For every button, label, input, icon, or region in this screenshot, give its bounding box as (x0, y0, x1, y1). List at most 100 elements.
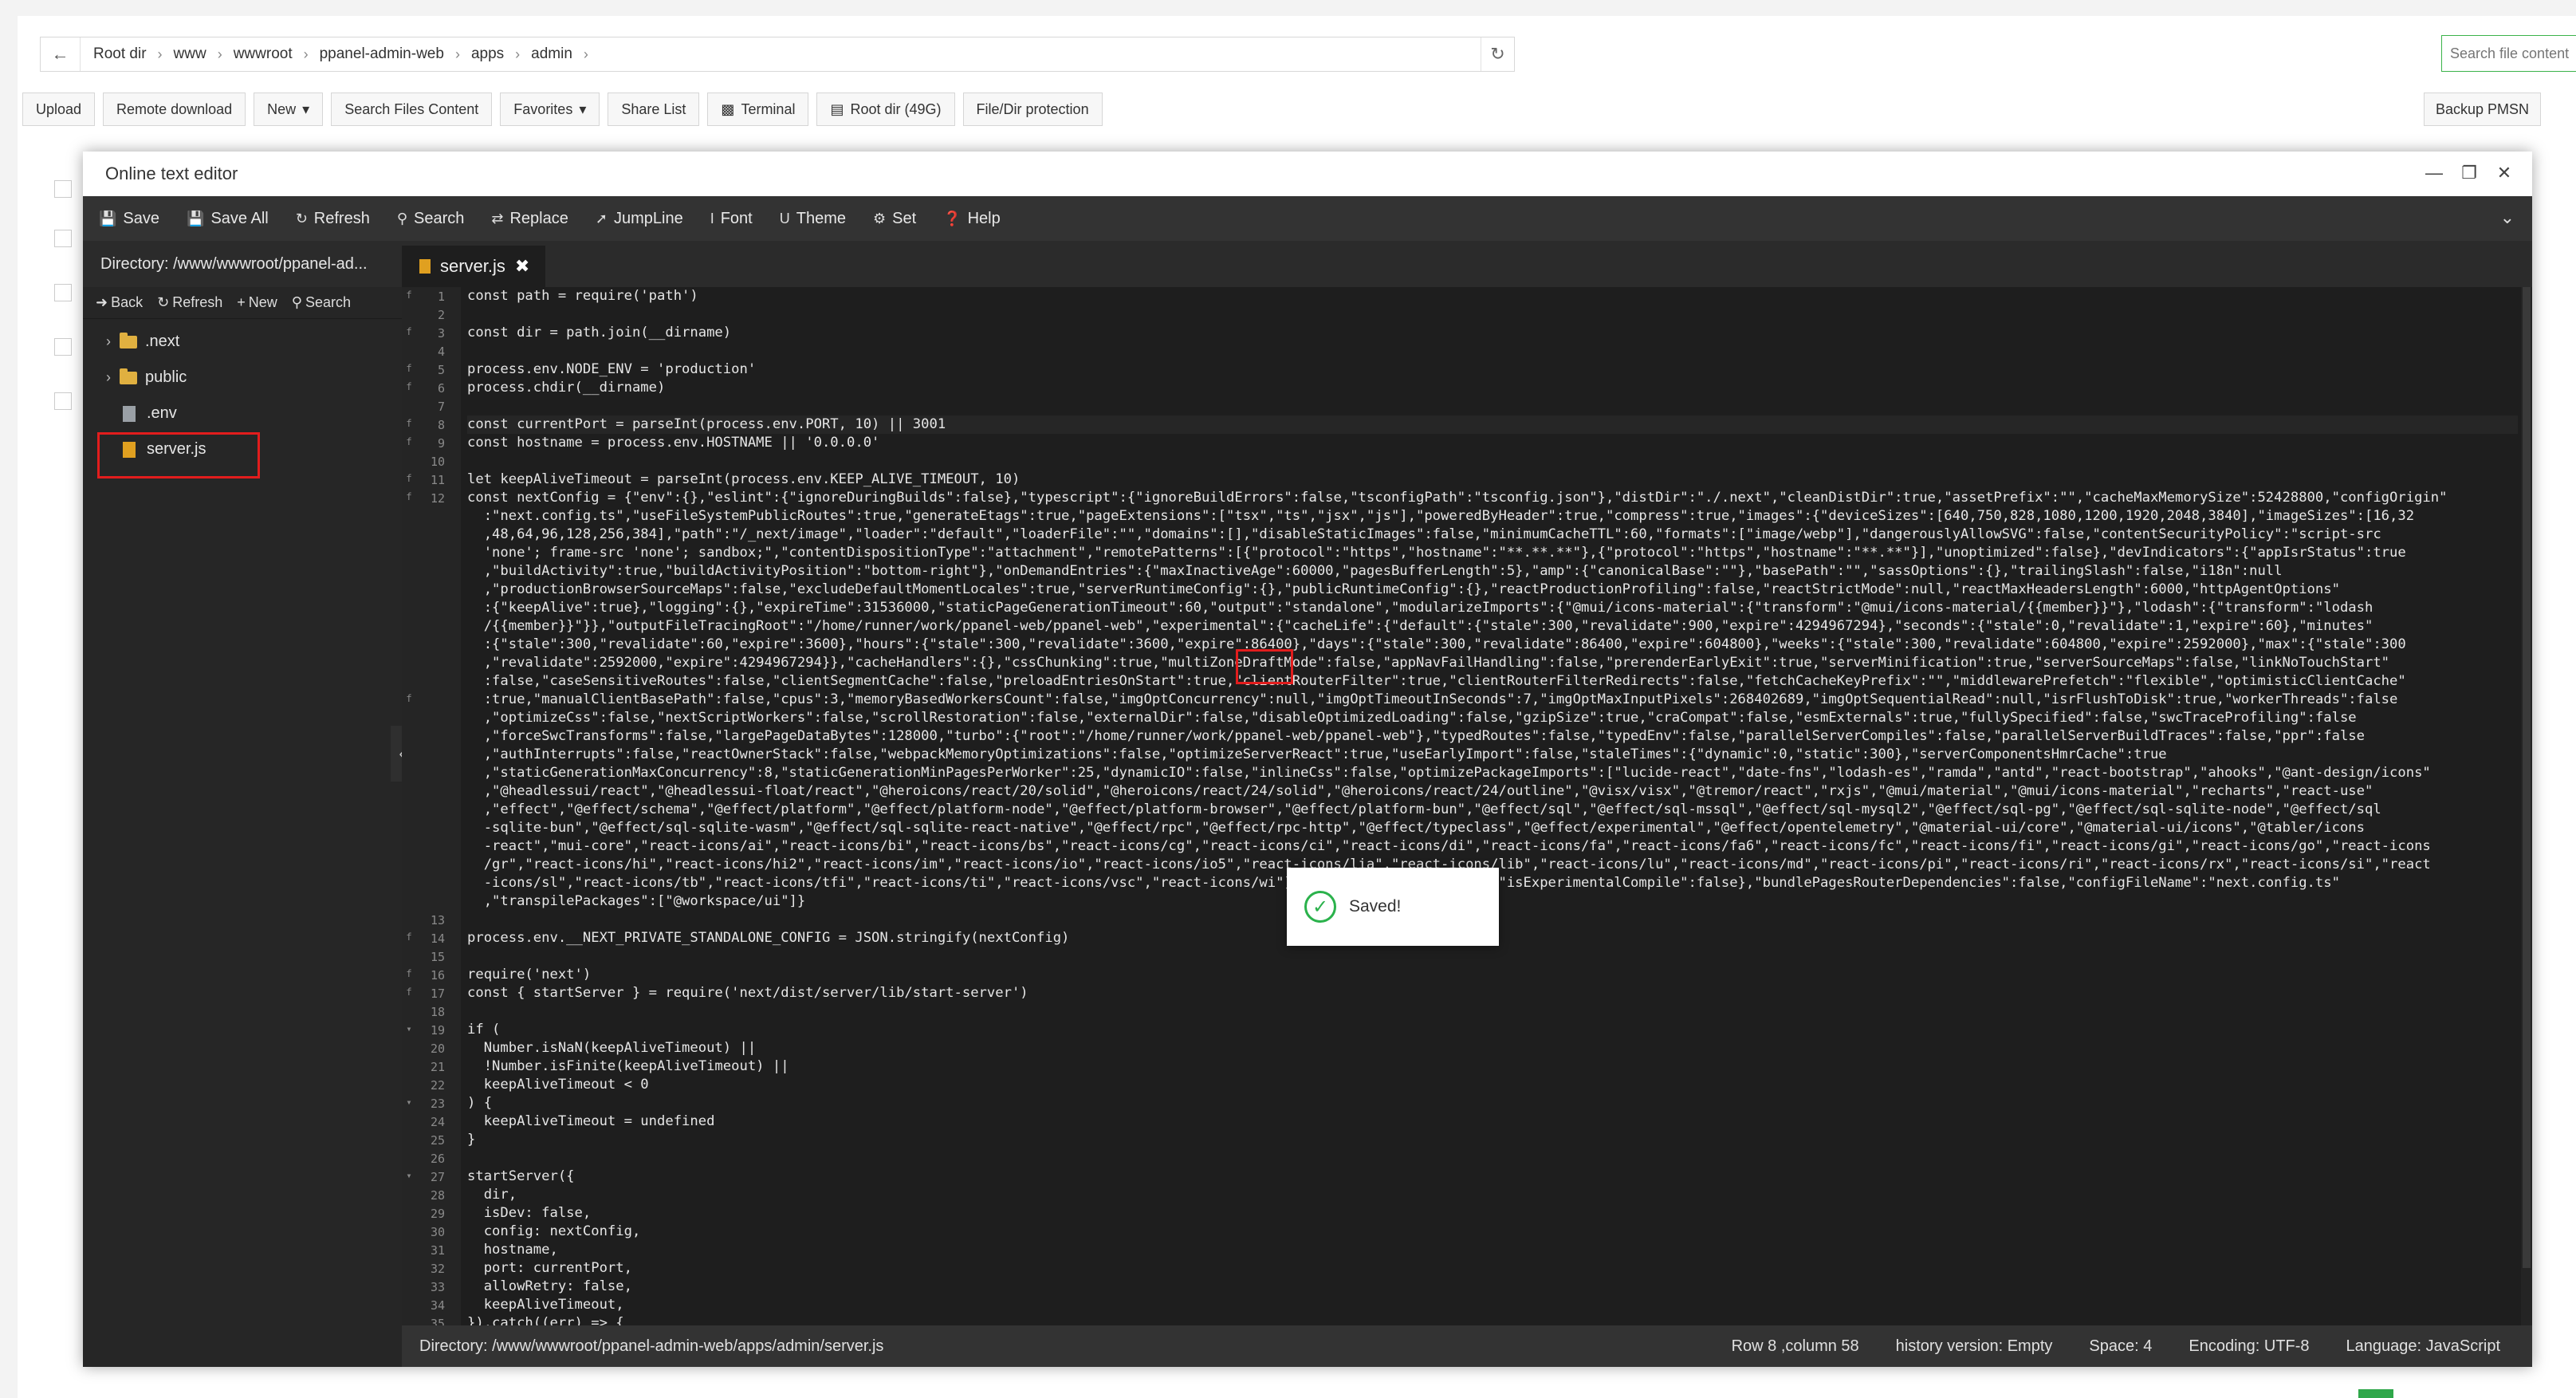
fold-marker[interactable]: ▾ (402, 1094, 416, 1112)
refresh-icon: ↻ (295, 210, 308, 226)
fold-marker[interactable]: f (402, 984, 416, 1002)
line-number (402, 782, 461, 801)
fold-marker (402, 1112, 416, 1131)
tree-item-public-folder[interactable]: › public (83, 360, 402, 396)
fold-marker[interactable]: f (402, 489, 416, 507)
code-line: keepAliveTimeout < 0 (467, 1077, 649, 1093)
line-number (402, 837, 461, 856)
breadcrumb-item[interactable]: ppanel-admin-web › (320, 45, 471, 63)
fold-marker[interactable]: f (402, 691, 416, 709)
breadcrumb-item[interactable]: www › (174, 45, 234, 63)
share-list-button[interactable]: Share List (608, 93, 700, 126)
line-number-text: 19 (430, 1023, 445, 1038)
theme-button[interactable]: U Theme (780, 210, 846, 228)
line-number-text: 27 (430, 1170, 445, 1184)
code-line: process.chdir(__dirname) (467, 380, 666, 396)
close-icon[interactable]: ✖ (515, 256, 529, 277)
sidebar-back-button[interactable]: ➜ Back (96, 294, 143, 311)
sidebar-new-button[interactable]: + New (237, 294, 277, 311)
code-line: ) { (467, 1095, 493, 1111)
status-language[interactable]: Language: JavaScript (2346, 1337, 2500, 1356)
breadcrumb-item[interactable]: Root dir › (93, 45, 174, 63)
close-icon[interactable]: ✕ (2494, 163, 2515, 183)
backup-button[interactable]: Backup PMSN (2424, 93, 2542, 126)
jumpline-button[interactable]: ➚ JumpLine (596, 210, 683, 228)
line-number-text (416, 727, 450, 746)
status-encoding[interactable]: Encoding: UTF-8 (2189, 1337, 2309, 1356)
font-button[interactable]: I Font (710, 210, 753, 228)
chevron-right-icon[interactable]: › (97, 369, 120, 386)
line-number-text: 18 (430, 1005, 445, 1019)
replace-button[interactable]: ⇄ Replace (491, 210, 568, 228)
tree-item-server-js[interactable]: server.js (83, 431, 402, 478)
row-checkbox[interactable] (54, 338, 72, 356)
fold-marker[interactable]: f (402, 966, 416, 984)
file-dir-protection-button[interactable]: File/Dir protection (962, 93, 1103, 126)
row-checkbox[interactable] (54, 284, 72, 301)
tree-item-env-file[interactable]: .env (83, 396, 402, 431)
line-number-gutter: f 1 2 f 3 4 f 5 f 6 7 f 8 f 9 10 f 11 f 12 f 13 f 14 15 f 16 f 17 18 ▾… (402, 287, 461, 1325)
path-refresh-button[interactable]: ↻ (1481, 37, 1514, 71)
search-files-content-button[interactable]: Search Files Content (331, 93, 493, 126)
path-back-button[interactable]: ← (41, 37, 81, 71)
fold-marker[interactable]: f (402, 324, 416, 342)
chevron-down-icon[interactable]: ⌄ (2500, 207, 2515, 228)
row-checkbox[interactable] (54, 230, 72, 247)
plus-icon: + (237, 294, 246, 310)
breadcrumb-item[interactable]: wwwroot › (234, 45, 320, 63)
sidebar-refresh-button[interactable]: ↻ Refresh (157, 294, 222, 311)
pin-icon: ➚ (595, 210, 608, 226)
settings-button[interactable]: ⚙ Set (873, 210, 916, 228)
favorites-dropdown-button[interactable]: Favorites ▾ (500, 93, 600, 126)
fold-marker[interactable]: f (402, 360, 416, 379)
status-space[interactable]: Space: 4 (2089, 1337, 2152, 1356)
fold-marker[interactable]: f (402, 379, 416, 397)
fold-marker (402, 1259, 416, 1278)
search-button[interactable]: ⚲ Search (397, 210, 465, 228)
status-history[interactable]: history version: Empty (1896, 1337, 2053, 1356)
help-button[interactable]: ❓ Help (943, 210, 1001, 228)
line-number-text (416, 856, 450, 874)
window-titlebar[interactable]: Online text editor — ❐ ✕ (83, 152, 2532, 196)
breadcrumb-item[interactable]: apps › (471, 45, 531, 63)
new-dropdown-button[interactable]: New ▾ (254, 93, 324, 126)
fold-marker[interactable]: ▾ (402, 1021, 416, 1039)
fold-marker[interactable]: f (402, 434, 416, 452)
code-content[interactable]: const path = require('path') const dir =… (461, 287, 2518, 1325)
breadcrumb: Root dir › www › wwwroot › ppanel-admin-web… (81, 45, 1481, 63)
status-cursor-position[interactable]: Row 8 ,column 58 (1732, 1337, 1859, 1356)
minimize-icon[interactable]: — (2424, 163, 2444, 183)
fold-marker[interactable]: f (402, 287, 416, 305)
fold-marker[interactable]: f (402, 471, 416, 489)
row-checkbox[interactable] (54, 180, 72, 198)
root-dir-button[interactable]: ▤ Root dir (49G) (816, 93, 955, 126)
line-number-text (416, 892, 450, 911)
chevron-right-icon[interactable]: › (97, 333, 120, 350)
code-line-segment: ,"forceSwcTransforms":false,"largePageDa… (467, 728, 2365, 744)
fold-marker (402, 342, 416, 360)
fold-marker[interactable]: f (402, 415, 416, 434)
save-all-button[interactable]: 💾 Save All (187, 210, 269, 228)
fold-marker[interactable]: ▾ (402, 1168, 416, 1186)
terminal-button[interactable]: ▩ Terminal (707, 93, 809, 126)
sidebar-search-button[interactable]: ⚲ Search (292, 294, 351, 311)
search-file-content-input[interactable] (2441, 35, 2576, 72)
tab-server-js[interactable]: server.js ✖ (402, 246, 546, 287)
line-number-text (416, 819, 450, 837)
save-button[interactable]: 💾 Save (99, 210, 159, 228)
line-number-text (416, 837, 450, 856)
breadcrumb-item[interactable]: admin › (531, 45, 600, 63)
fold-marker[interactable]: f (402, 929, 416, 947)
row-checkbox[interactable] (54, 392, 72, 410)
line-number: f 12 (402, 489, 461, 507)
tree-item-next-folder[interactable]: › .next (83, 324, 402, 360)
remote-download-button[interactable]: Remote download (103, 93, 246, 126)
upload-button[interactable]: Upload (22, 93, 96, 126)
refresh-button[interactable]: ↻ Refresh (296, 210, 370, 228)
vertical-scrollbar[interactable] (2521, 287, 2532, 1325)
line-number (402, 727, 461, 746)
line-number-text (416, 874, 450, 892)
line-number-text: 28 (430, 1188, 445, 1203)
scrollbar-thumb[interactable] (2523, 287, 2531, 1268)
maximize-icon[interactable]: ❐ (2459, 163, 2480, 183)
